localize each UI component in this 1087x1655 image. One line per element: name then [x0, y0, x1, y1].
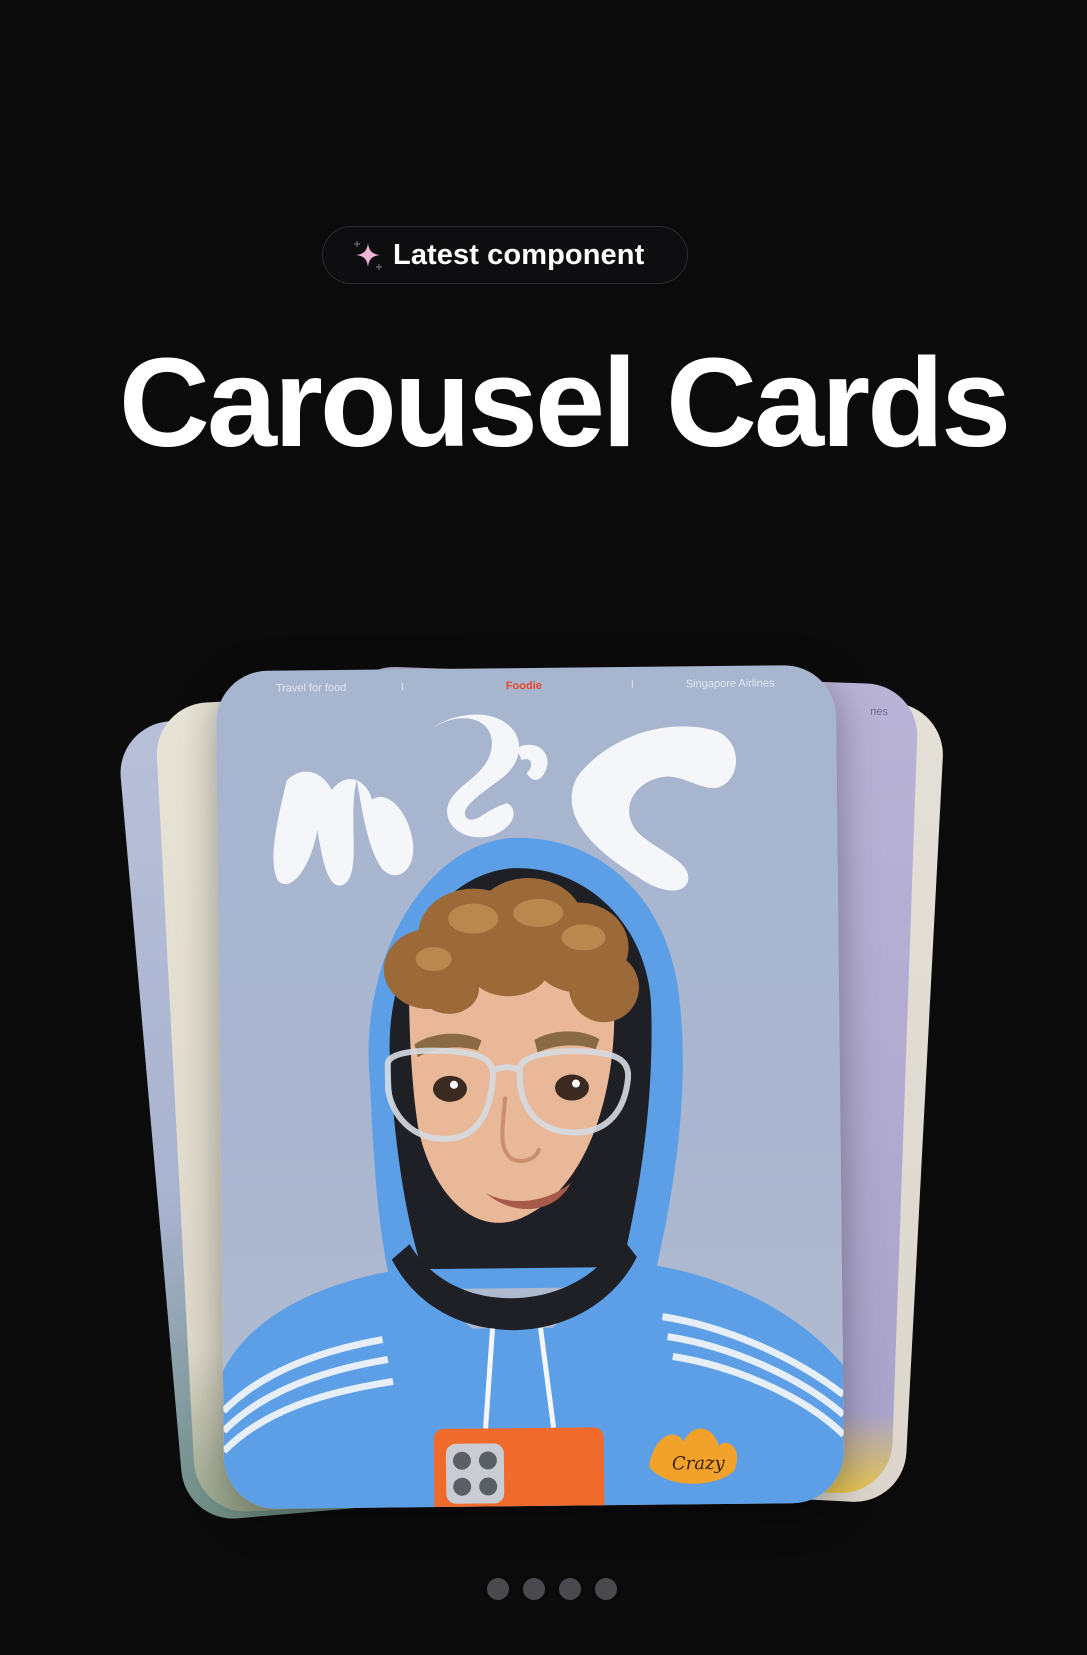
nav-travel-for-food[interactable]: Travel for food [276, 682, 347, 695]
character-illustration: Crazy [220, 714, 845, 1510]
carousel: nes Crazy Travel for food I Foodie I Sin… [0, 0, 1087, 1655]
pagination-dot[interactable] [558, 1578, 581, 1600]
svg-text:Crazy: Crazy [672, 1453, 726, 1475]
back-card-label: nes [870, 705, 889, 719]
nav-singapore-airlines[interactable]: Singapore Airlines [686, 677, 775, 690]
nav-separator: I [630, 678, 634, 691]
carousel-pagination [0, 1578, 1087, 1600]
nav-foodie[interactable]: Foodie [506, 680, 542, 692]
page: Latest component Carousel Cards nes Craz… [0, 0, 1087, 1655]
pagination-dot[interactable] [594, 1578, 617, 1600]
pagination-dot[interactable] [522, 1578, 545, 1600]
card-top-nav: Travel for food I Foodie I Singapore Air… [216, 665, 836, 711]
nav-separator: I [400, 681, 404, 694]
pagination-dot[interactable] [486, 1578, 509, 1600]
carousel-card-front[interactable]: Crazy Travel for food I Foodie I Singapo… [215, 664, 845, 1510]
